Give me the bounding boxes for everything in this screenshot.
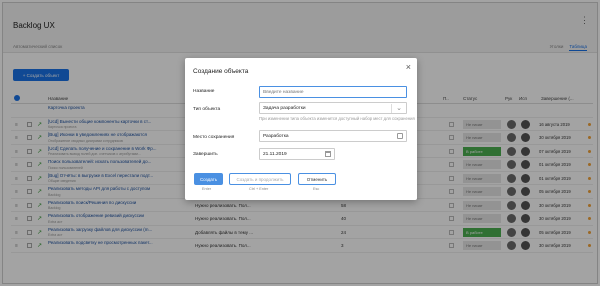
due-label: Завершить [193, 152, 218, 157]
due-date-value: 21.11.2019 [263, 151, 287, 157]
type-select[interactable]: Задача разработки ⌄ [259, 102, 407, 114]
select-divider [391, 104, 392, 113]
place-field[interactable]: Разработка [259, 130, 407, 142]
place-picker-icon[interactable] [397, 133, 403, 139]
name-input[interactable] [263, 89, 406, 95]
type-value: Задача разработки [263, 105, 306, 111]
place-value: Разработка [263, 133, 289, 139]
create-continue-button[interactable]: Создать и продолжить [229, 173, 291, 185]
chevron-down-icon[interactable]: ⌄ [396, 104, 402, 112]
cancel-button[interactable]: Отменить [298, 173, 336, 185]
due-date-field[interactable]: 21.11.2019 [259, 148, 335, 160]
type-label: Тип объекта [193, 107, 221, 112]
place-label: Место сохранения [193, 135, 235, 140]
create-button[interactable]: Создать [194, 173, 223, 185]
create-shortcut: Enter [202, 187, 212, 191]
name-field[interactable] [259, 86, 407, 98]
dialog-title: Создание объекта [193, 68, 249, 75]
calendar-icon[interactable] [325, 151, 331, 157]
create-object-dialog: Создание объекта × Название Тип объекта … [185, 58, 417, 200]
create-continue-shortcut: Ctrl + Enter [249, 187, 269, 191]
type-hint: При изменении типа объекта изменится дос… [259, 116, 415, 121]
close-icon[interactable]: × [406, 62, 411, 72]
cancel-shortcut: Esc [313, 187, 320, 191]
name-label: Название [193, 89, 215, 94]
